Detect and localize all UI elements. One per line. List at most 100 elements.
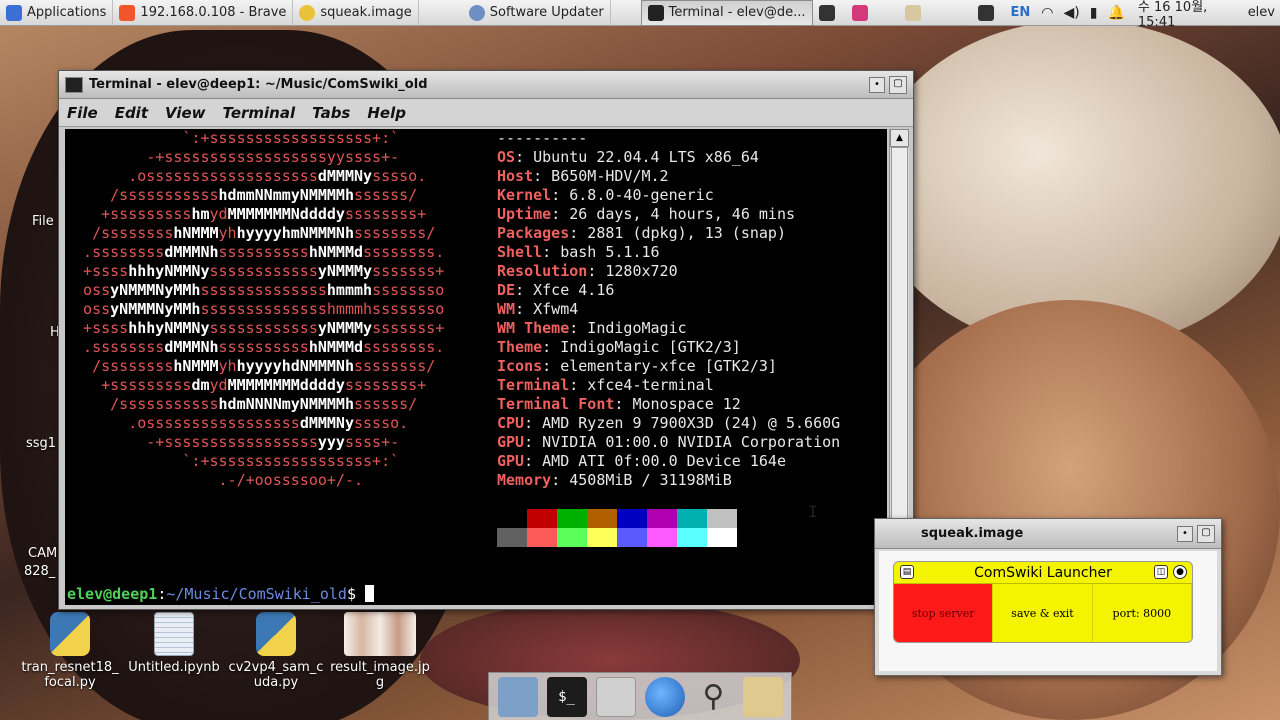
- wifi-icon[interactable]: ◠: [1036, 5, 1058, 21]
- info-row: WM Theme: IndigoMagic: [497, 319, 687, 337]
- logo-line: +ssssssssshmydMMMMMMMNddddyssssssss+: [65, 205, 463, 223]
- menu-file[interactable]: File: [67, 104, 98, 122]
- palette-swatch: [617, 509, 647, 528]
- menu-tabs[interactable]: Tabs: [312, 104, 350, 122]
- terminal-output[interactable]: `:+ssssssssssssssssss+:` -+sssssssssssss…: [65, 129, 887, 605]
- maximize-button[interactable]: ▢: [889, 75, 907, 94]
- scroll-up-arrow-icon[interactable]: ▲: [890, 129, 909, 147]
- palette-swatch: [527, 509, 557, 528]
- clock[interactable]: 수 16 10월, 15:41: [1130, 0, 1243, 30]
- palette-swatch: [587, 528, 617, 547]
- info-row: Memory: 4508MiB / 31198MiB: [497, 471, 732, 489]
- close-icon[interactable]: ●: [1173, 565, 1187, 579]
- menu-terminal[interactable]: Terminal: [223, 104, 296, 122]
- info-row: DE: Xfce 4.16: [497, 281, 615, 299]
- launcher-font[interactable]: [846, 0, 879, 26]
- palette-swatch: [527, 528, 557, 547]
- launcher-terminal-2[interactable]: [972, 0, 1005, 26]
- battery-icon[interactable]: ▮: [1085, 5, 1103, 21]
- info-row: Theme: IndigoMagic [GTK2/3]: [497, 338, 741, 356]
- desktop-label-cam-2: 828_: [24, 564, 56, 579]
- launcher-buttons: stop server save & exit port: 8000: [894, 584, 1192, 642]
- terminal-icon[interactable]: $_: [546, 676, 587, 717]
- user-menu[interactable]: elev: [1243, 5, 1280, 20]
- system-info: ---------- OS: Ubuntu 22.04.4 LTS x86_64 H…: [497, 129, 840, 490]
- info-separator: ----------: [497, 129, 588, 147]
- python-file-icon: [50, 612, 90, 656]
- squeak-titlebar[interactable]: squeak.image • ▢: [875, 519, 1221, 549]
- minimize-button[interactable]: •: [1177, 525, 1193, 542]
- logo-line: -+ssssssssssssssssssyyssss+-: [65, 148, 472, 166]
- palette-swatch: [557, 509, 587, 528]
- terminal-titlebar[interactable]: Terminal - elev@deep1: ~/Music/ComSwiki_…: [59, 71, 913, 99]
- menu-help[interactable]: Help: [367, 104, 406, 122]
- palette-swatch: [707, 528, 737, 547]
- stop-server-button[interactable]: stop server: [894, 584, 994, 642]
- collapse-icon[interactable]: ◫: [1154, 565, 1168, 579]
- applications-menu[interactable]: Applications: [0, 0, 114, 26]
- task-terminal[interactable]: Terminal - elev@de...: [640, 0, 813, 26]
- bottom-dock: $_ ⚲: [488, 672, 792, 720]
- launcher-terminal[interactable]: [813, 0, 846, 26]
- notification-bell-icon[interactable]: 🔔: [1102, 5, 1129, 21]
- desktop-file-tran-resnet18[interactable]: tran_resnet18_focal.py: [20, 612, 120, 690]
- show-desktop-icon[interactable]: [497, 676, 538, 717]
- info-row: CPU: AMD Ryzen 9 7900X3D (24) @ 5.660G: [497, 414, 841, 432]
- save-exit-button[interactable]: save & exit: [993, 584, 1093, 642]
- applications-icon: [6, 4, 22, 21]
- web-browser-icon[interactable]: [644, 676, 685, 717]
- menu-edit[interactable]: Edit: [115, 104, 148, 122]
- info-row: Shell: bash 5.1.16: [497, 243, 660, 261]
- desktop-file-cv2vp4[interactable]: cv2vp4_sam_cuda.py: [226, 612, 326, 690]
- logo-line: .ssssssssdMMMNhsssssssssshNMMMdssssssss.: [65, 243, 463, 261]
- home-folder-icon[interactable]: [595, 676, 636, 717]
- terminal-icon: [65, 76, 83, 93]
- system-tray: EN ◠ ◀) ▮ 🔔 수 16 10월, 15:41 elev: [1005, 0, 1280, 30]
- logo-line: /sssssssshNMMMyhhyyyyhdNMMMNhssssssss/: [65, 357, 463, 375]
- info-row: Kernel: 6.8.0-40-generic: [497, 186, 714, 204]
- keyboard-layout[interactable]: EN: [1005, 5, 1037, 20]
- logo-line: `:+ssssssssssssssssss+:`: [65, 129, 508, 147]
- menu-view[interactable]: View: [165, 104, 206, 122]
- volume-icon[interactable]: ◀): [1059, 5, 1085, 21]
- squeak-world[interactable]: ▤ ComSwiki Launcher ◫ ● stop server save…: [879, 551, 1217, 671]
- menu-icon[interactable]: ▤: [900, 565, 914, 579]
- search-icon[interactable]: ⚲: [694, 677, 734, 717]
- launcher-titlebar[interactable]: ▤ ComSwiki Launcher ◫ ●: [894, 562, 1192, 584]
- squeak-window: squeak.image • ▢ ▤ ComSwiki Launcher ◫ ●…: [874, 518, 1222, 676]
- terminal-title: Terminal - elev@deep1: ~/Music/ComSwiki_…: [89, 77, 428, 92]
- desktop-file-label: Untitled.ipynb: [128, 660, 220, 675]
- desktop-file-label: result_image.jpg: [330, 660, 430, 690]
- ubuntu-ascii-logo: `:+ssssssssssssssssss+:` -+sssssssssssss…: [65, 129, 485, 490]
- task-label: 192.168.0.108 - Brave: [140, 5, 287, 20]
- info-row: Terminal: xfce4-terminal: [497, 376, 714, 394]
- desktop-file-result-image[interactable]: result_image.jpg: [330, 612, 430, 690]
- desktop-file-untitled-ipynb[interactable]: Untitled.ipynb: [124, 612, 224, 675]
- shell-prompt[interactable]: elev@deep1:~/Music/ComSwiki_old$: [67, 585, 375, 604]
- palette-swatch: [617, 528, 647, 547]
- task-software-updater[interactable]: Software Updater: [419, 0, 611, 26]
- image-file-icon: [344, 612, 416, 656]
- info-row: GPU: NVIDIA 01:00.0 NVIDIA Corporation: [497, 433, 841, 451]
- palette-swatch: [707, 509, 737, 528]
- logo-line: -+sssssssssssssssssyyyssss+-: [65, 433, 472, 451]
- task-label: Terminal - elev@de...: [668, 5, 806, 20]
- desktop-label-ssg: ssg1: [26, 436, 57, 451]
- maximize-button[interactable]: ▢: [1197, 524, 1215, 543]
- launcher-files[interactable]: [899, 0, 932, 26]
- folder-icon[interactable]: [742, 676, 783, 717]
- prompt-path: ~/Music/ComSwiki_old: [166, 585, 347, 603]
- applications-label: Applications: [27, 5, 107, 20]
- port-button[interactable]: port: 8000: [1093, 584, 1192, 642]
- terminal-icon: [818, 4, 835, 21]
- task-label: Software Updater: [489, 5, 604, 20]
- prompt-symbol: $: [346, 585, 356, 603]
- minimize-button[interactable]: •: [869, 76, 885, 93]
- task-squeak[interactable]: squeak.image: [293, 0, 419, 26]
- logo-line: .-/+oossssoo+/-.: [65, 471, 508, 489]
- palette-swatch: [497, 509, 527, 528]
- logo-line: +sssshhhyNMMNyssssssssssssyNMMMysssssss+: [65, 262, 463, 280]
- task-brave[interactable]: 192.168.0.108 - Brave: [113, 0, 294, 26]
- comswiki-launcher: ▤ ComSwiki Launcher ◫ ● stop server save…: [893, 561, 1193, 643]
- info-row: Uptime: 26 days, 4 hours, 46 mins: [497, 205, 796, 223]
